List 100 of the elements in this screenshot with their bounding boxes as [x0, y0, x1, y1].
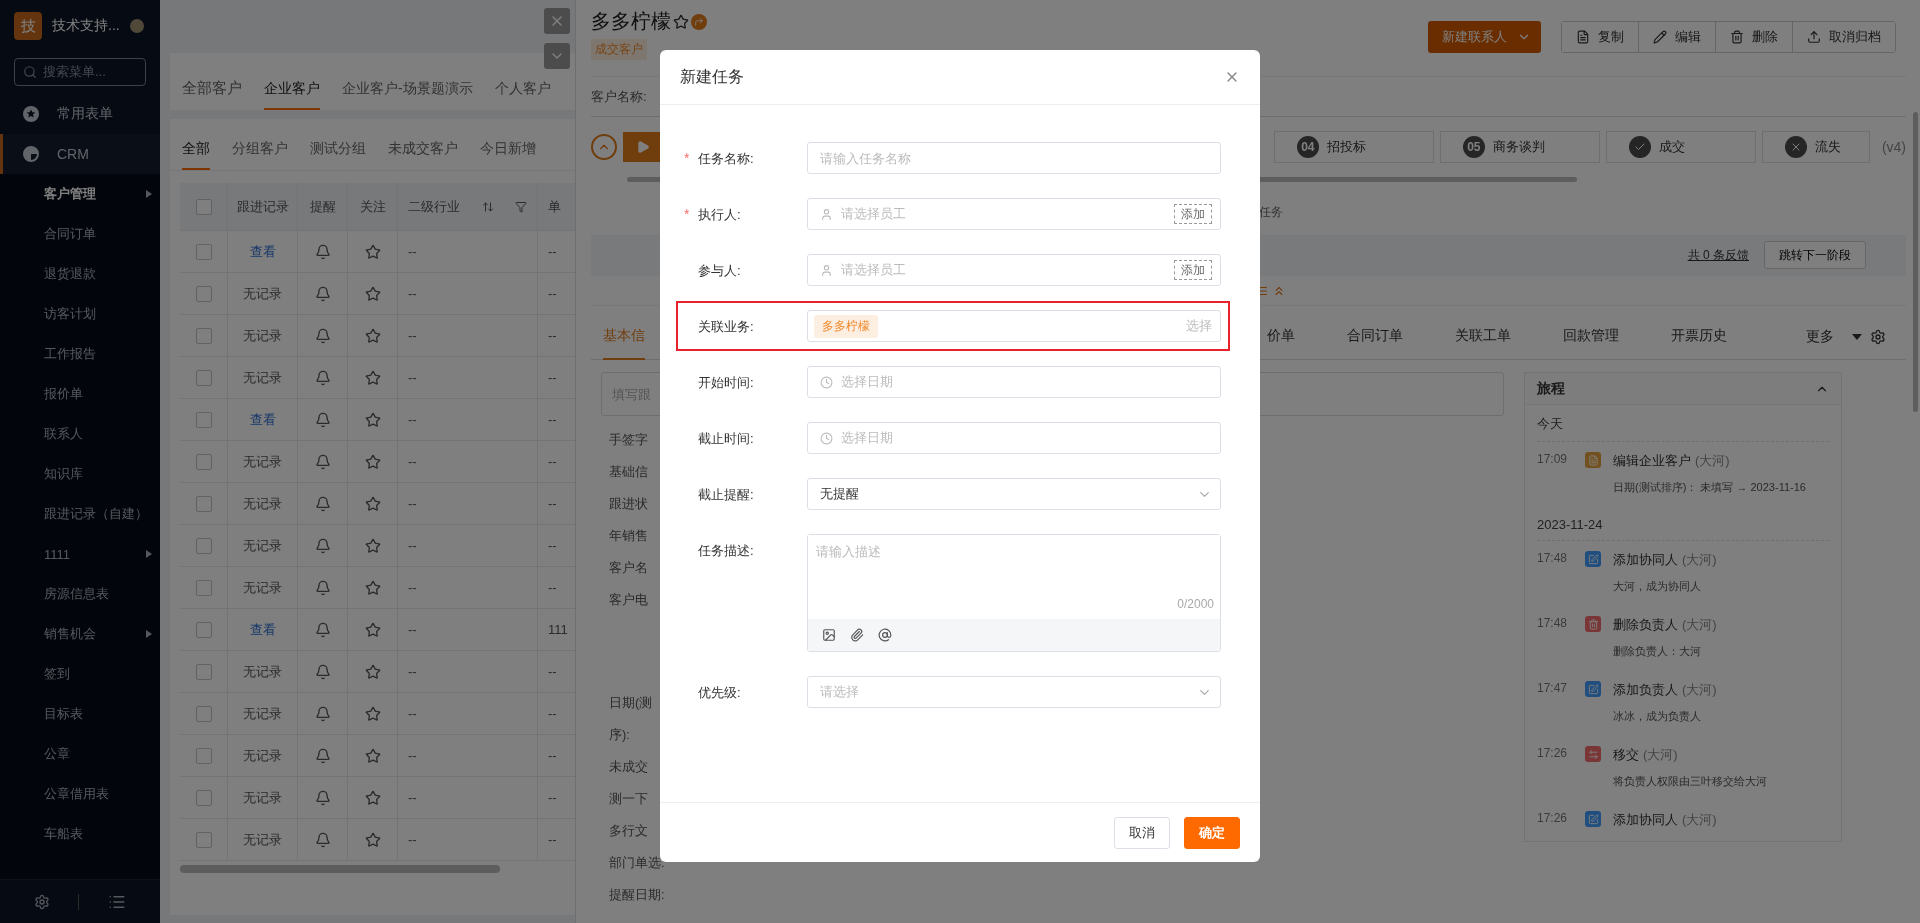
dropdown-caret-icon[interactable]: [1852, 333, 1862, 340]
sidebar-section[interactable]: 常用表单: [0, 94, 160, 134]
close-button[interactable]: [544, 8, 570, 34]
star-icon[interactable]: [364, 831, 381, 848]
bell-icon[interactable]: [314, 747, 331, 764]
detail-tab[interactable]: 关联工单: [1455, 313, 1511, 360]
star-icon[interactable]: [364, 369, 381, 386]
add-button[interactable]: 添加: [1174, 260, 1212, 280]
next-stage-button[interactable]: 跳转下一阶段: [1764, 241, 1866, 270]
star-icon[interactable]: [364, 243, 381, 260]
mention-icon[interactable]: [878, 628, 892, 642]
sidebar-item[interactable]: 报价单: [0, 374, 160, 414]
business-select[interactable]: 多多柠檬 选择: [807, 310, 1221, 342]
sidebar-item[interactable]: 跟进记录（自建）: [0, 494, 160, 534]
bell-icon[interactable]: [314, 621, 331, 638]
employee-select[interactable]: 请选择员工 添加: [807, 198, 1221, 230]
star-icon[interactable]: [364, 663, 381, 680]
sidebar-item[interactable]: 退货退款: [0, 254, 160, 294]
bell-icon[interactable]: [314, 831, 331, 848]
stage-step[interactable]: 流失: [1761, 130, 1870, 163]
group-tab[interactable]: 未成交客户: [388, 140, 458, 170]
star-icon[interactable]: [364, 789, 381, 806]
customer-tab[interactable]: 企业客户-场景题演示: [342, 80, 473, 110]
star-icon[interactable]: [364, 495, 381, 512]
star-icon[interactable]: [364, 621, 381, 638]
new-contact-button[interactable]: 新建联系人: [1428, 21, 1541, 53]
checkbox[interactable]: [195, 198, 212, 215]
checkbox[interactable]: [195, 789, 212, 806]
detail-tab[interactable]: 回款管理: [1563, 313, 1619, 360]
group-tab[interactable]: 分组客户: [232, 140, 288, 170]
sidebar-item[interactable]: 销售机会: [0, 614, 160, 654]
group-tab[interactable]: 全部: [182, 140, 210, 170]
feedback-link[interactable]: 共 0 条反馈: [1687, 246, 1749, 264]
checkbox[interactable]: [195, 621, 212, 638]
choose-link[interactable]: 选择: [1186, 317, 1212, 335]
share-icon[interactable]: [691, 13, 707, 30]
checkbox[interactable]: [195, 705, 212, 722]
sidebar-item[interactable]: 公章借用表: [0, 774, 160, 814]
checkbox[interactable]: [195, 495, 212, 512]
star-icon[interactable]: [364, 411, 381, 428]
sidebar-item[interactable]: 公章: [0, 734, 160, 774]
customer-tab[interactable]: 全部客户: [182, 79, 242, 110]
sidebar-item[interactable]: 签到: [0, 654, 160, 694]
sort-icon[interactable]: [481, 200, 494, 213]
description-box[interactable]: 请输入描述 0/2000: [807, 534, 1221, 652]
settings-icon[interactable]: [1870, 328, 1886, 345]
stage-step[interactable]: 成交: [1605, 130, 1756, 163]
sidebar-item[interactable]: 联系人: [0, 414, 160, 454]
sidebar-item[interactable]: 车船表: [0, 814, 160, 854]
action-button[interactable]: 复制: [1562, 22, 1639, 52]
image-icon[interactable]: [822, 628, 836, 642]
bell-icon[interactable]: [314, 663, 331, 680]
sidebar-item[interactable]: 知识库: [0, 454, 160, 494]
detail-tab[interactable]: 价单: [1267, 313, 1295, 360]
view-link[interactable]: 查看: [249, 410, 276, 429]
sidebar-item[interactable]: 工作报告: [0, 334, 160, 374]
bell-icon[interactable]: [314, 411, 331, 428]
stage-step[interactable]: 04 招投标: [1273, 130, 1434, 163]
collapse-button[interactable]: [591, 133, 617, 160]
menu-search-field[interactable]: 搜索菜单...: [14, 58, 146, 86]
date-picker[interactable]: 选择日期: [807, 422, 1221, 454]
detail-tab[interactable]: 开票历史: [1671, 313, 1727, 360]
cancel-button[interactable]: 取消: [1114, 816, 1170, 849]
settings-icon[interactable]: [34, 893, 51, 910]
sidebar-section[interactable]: CRM: [0, 134, 160, 174]
customer-tab[interactable]: 个人客户: [494, 80, 551, 110]
attachment-icon[interactable]: [850, 628, 864, 642]
view-link[interactable]: 查看: [249, 242, 276, 261]
checkbox[interactable]: [195, 411, 212, 428]
group-tab[interactable]: 测试分组: [310, 140, 366, 170]
confirm-button[interactable]: 确定: [1184, 816, 1240, 849]
checkbox[interactable]: [195, 243, 212, 260]
checkbox[interactable]: [195, 453, 212, 470]
bell-icon[interactable]: [314, 495, 331, 512]
checkbox[interactable]: [195, 831, 212, 848]
checkbox[interactable]: [195, 747, 212, 764]
more-tab[interactable]: 更多: [1806, 327, 1834, 346]
checkbox[interactable]: [195, 327, 212, 344]
star-icon[interactable]: [364, 453, 381, 470]
checkbox[interactable]: [195, 663, 212, 680]
star-icon[interactable]: [673, 13, 689, 30]
detail-tab[interactable]: 合同订单: [1347, 313, 1403, 360]
select-field[interactable]: 无提醒: [807, 478, 1221, 510]
filter-icon[interactable]: [515, 200, 527, 213]
star-icon[interactable]: [364, 285, 381, 302]
group-tab[interactable]: 今日新增: [480, 140, 536, 170]
checkbox[interactable]: [195, 285, 212, 302]
bell-icon[interactable]: [314, 285, 331, 302]
bell-icon[interactable]: [314, 327, 331, 344]
star-icon[interactable]: [364, 327, 381, 344]
detail-tab[interactable]: 基本信: [603, 313, 645, 360]
bell-icon[interactable]: [314, 705, 331, 722]
checkbox[interactable]: [195, 537, 212, 554]
stage-step[interactable]: 05 商务谈判: [1439, 130, 1600, 163]
sidebar-item[interactable]: 合同订单: [0, 214, 160, 254]
bell-icon[interactable]: [314, 369, 331, 386]
bell-icon[interactable]: [314, 789, 331, 806]
star-icon[interactable]: [364, 705, 381, 722]
sidebar-item[interactable]: 访客计划: [0, 294, 160, 334]
customer-tab[interactable]: 企业客户: [264, 80, 320, 110]
